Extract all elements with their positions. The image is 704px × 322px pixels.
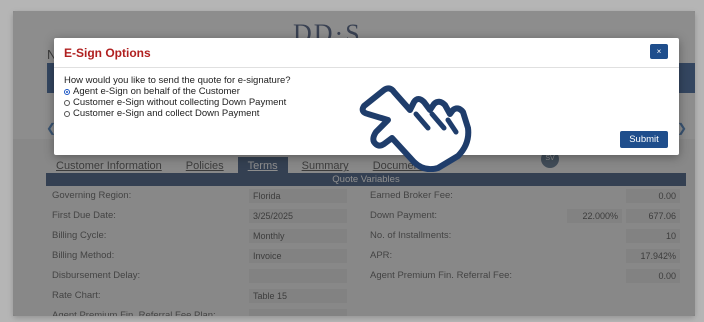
form-row: Rate Chart: Table 15: [52, 286, 682, 306]
click-ray-icon: [330, 100, 350, 105]
click-ray-icon: [376, 72, 386, 88]
click-ray-icon: [338, 112, 354, 126]
disbursement-delay-field[interactable]: [249, 269, 347, 283]
dialog-title: E-Sign Options: [64, 46, 151, 60]
option-customer-esign-no-payment[interactable]: Customer e-Sign without collecting Down …: [64, 97, 286, 108]
option-label: Customer e-Sign and collect Down Payment: [73, 108, 260, 119]
option-label: Agent e-Sign on behalf of the Customer: [73, 86, 240, 97]
radio-button[interactable]: [64, 110, 70, 117]
radio-button[interactable]: [64, 88, 70, 95]
billing-method-field[interactable]: Invoice: [249, 249, 347, 263]
referral-fee-label: Agent Premium Fin. Referral Fee:: [370, 270, 513, 281]
referral-fee-plan-label: Agent Premium Fin. Referral Fee Plan:: [52, 310, 216, 316]
click-ray-icon: [360, 70, 368, 86]
first-due-date-field[interactable]: 3/25/2025: [249, 209, 347, 223]
billing-cycle-field[interactable]: Monthly: [249, 229, 347, 243]
close-icon[interactable]: ×: [650, 44, 668, 59]
referral-fee-field[interactable]: 0.00: [626, 269, 680, 283]
click-ray-icon: [340, 80, 356, 94]
radio-button[interactable]: [64, 99, 70, 106]
rate-chart-field[interactable]: Table 15: [249, 289, 347, 303]
referral-fee-plan-field[interactable]: [249, 309, 347, 316]
form-row: Governing Region: Florida Earned Broker …: [52, 186, 682, 206]
esign-option-group: Agent e-Sign on behalf of the Customer C…: [64, 86, 286, 119]
apr-label: APR:: [370, 250, 393, 261]
banner-right: [677, 63, 695, 93]
option-label: Customer e-Sign without collecting Down …: [73, 97, 287, 108]
form-row: First Due Date: 3/25/2025 Down Payment: …: [52, 206, 682, 226]
quote-variables-header: Quote Variables: [46, 173, 686, 186]
form-row: Disbursement Delay: Agent Premium Fin. R…: [52, 266, 682, 286]
earned-broker-fee-field[interactable]: 0.00: [626, 189, 680, 203]
form-row: Agent Premium Fin. Referral Fee Plan:: [52, 306, 682, 316]
apr-field[interactable]: 17.942%: [626, 249, 680, 263]
form-row: Billing Method: Invoice APR: 17.942%: [52, 246, 682, 266]
down-payment-label: Down Payment:: [370, 210, 438, 221]
governing-region-field[interactable]: Florida: [249, 189, 347, 203]
installments-field[interactable]: 10: [626, 229, 680, 243]
option-customer-esign-with-payment[interactable]: Customer e-Sign and collect Down Payment: [64, 108, 286, 119]
disbursement-delay-label: Disbursement Delay:: [52, 270, 141, 281]
earned-broker-fee-label: Earned Broker Fee:: [370, 190, 453, 201]
billing-method-label: Billing Method:: [52, 250, 115, 261]
first-due-date-label: First Due Date:: [52, 210, 116, 221]
form-row: Billing Cycle: Monthly No. of Installmen…: [52, 226, 682, 246]
down-payment-amount-field[interactable]: 677.06: [626, 209, 680, 223]
governing-region-label: Governing Region:: [52, 190, 132, 201]
esign-question: How would you like to send the quote for…: [64, 75, 291, 86]
option-agent-esign[interactable]: Agent e-Sign on behalf of the Customer: [64, 86, 286, 97]
billing-cycle-label: Billing Cycle:: [52, 230, 107, 241]
pointing-hand-icon: [330, 70, 472, 172]
down-payment-percent-field[interactable]: 22.000%: [567, 209, 622, 223]
rate-chart-label: Rate Chart:: [52, 290, 101, 301]
submit-button[interactable]: Submit: [620, 131, 668, 148]
installments-label: No. of Installments:: [370, 230, 452, 241]
quote-variables-grid: Governing Region: Florida Earned Broker …: [46, 186, 686, 316]
